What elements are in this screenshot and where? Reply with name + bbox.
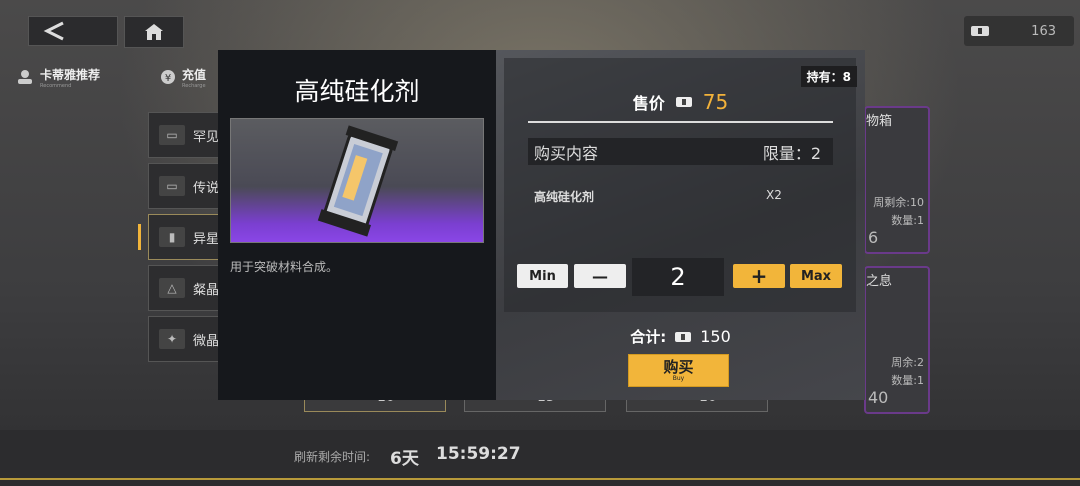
- total-value: 150: [700, 327, 731, 346]
- ticket-icon: [675, 331, 692, 342]
- hold-count: 持有：8: [800, 66, 857, 87]
- side-item-label: 传说: [193, 180, 220, 196]
- svg-text:¥: ¥: [165, 73, 171, 84]
- item-name: 高纯硅化剂: [294, 77, 420, 106]
- min-button[interactable]: Min: [517, 264, 568, 288]
- buy-button-label: 购买: [663, 358, 694, 376]
- tab-recharge-label: 充值: [182, 68, 207, 82]
- ticket-icon: [675, 97, 692, 107]
- refresh-label: 刷新剩余时间:: [294, 450, 371, 464]
- recommend-icon: [18, 69, 32, 84]
- card-remain: 周剩余:10: [873, 196, 924, 209]
- yen-icon: ¥: [161, 69, 175, 84]
- tab-recharge[interactable]: ¥ 充值 Recharge: [160, 64, 206, 89]
- card-count: 数量:1: [891, 214, 924, 227]
- minus-button[interactable]: —: [574, 264, 626, 288]
- shop-card[interactable]: 物箱 周剩余:10 数量:1 6: [864, 106, 930, 254]
- card-remain: 周余:2: [891, 356, 924, 369]
- refresh-days: 6天: [390, 449, 419, 469]
- card-price: 40: [868, 388, 889, 407]
- buy-content-label: 购买内容: [534, 143, 599, 163]
- limit-label: 限量：2: [762, 143, 821, 163]
- content-item-qty: X2: [766, 188, 782, 202]
- total-label: 合计:: [630, 328, 667, 346]
- side-item-rare[interactable]: ▭ 罕见: [148, 112, 222, 158]
- footer-accent-line: [0, 478, 1080, 480]
- plus-button[interactable]: +: [733, 264, 785, 288]
- star-icon: ✦: [159, 329, 185, 349]
- purchase-panel: 持有：8 售价 75 购买内容 限量：2 高纯硅化剂 X2 Min — 2 + …: [496, 50, 865, 400]
- ticket-icon: [971, 26, 989, 36]
- card-icon: ▭: [159, 176, 185, 196]
- buy-button[interactable]: 购买 Buy: [628, 354, 729, 387]
- card-title: 之息: [866, 274, 893, 289]
- tab-recommend-sub: Recommend: [40, 83, 72, 89]
- side-item-alien[interactable]: ▮ 异星: [148, 214, 222, 260]
- footer: 刷新剩余时间: 6天 15:59:27: [0, 430, 1080, 486]
- item-image: [230, 118, 484, 243]
- side-item-label: 微晶: [193, 333, 220, 349]
- item-description: 用于突破材料合成。: [230, 260, 339, 274]
- side-item-crystal[interactable]: △ 粲晶: [148, 265, 222, 311]
- card-count: 数量:1: [891, 374, 924, 387]
- price-row: 售价 75: [496, 90, 865, 114]
- home-icon: [145, 24, 163, 40]
- ticket-icon: ▮: [159, 227, 185, 247]
- triangle-icon: △: [159, 278, 185, 298]
- item-detail-panel: 高纯硅化剂 用于突破材料合成。: [218, 50, 496, 400]
- tab-recommend[interactable]: 卡蒂雅推荐 Recommend: [16, 64, 100, 89]
- quantity-display[interactable]: 2: [632, 258, 724, 296]
- buy-button-sub: Buy: [672, 375, 685, 382]
- max-button[interactable]: Max: [790, 264, 842, 288]
- card-icon: ▭: [159, 125, 185, 145]
- content-item-name: 高纯硅化剂: [534, 190, 595, 204]
- tab-recommend-label: 卡蒂雅推荐: [40, 68, 101, 82]
- divider: [528, 121, 833, 123]
- total-row: 合计: 150: [496, 326, 865, 347]
- side-item-label: 粲晶: [193, 282, 220, 298]
- currency-display: 163: [964, 16, 1074, 46]
- price-value: 75: [702, 90, 729, 114]
- side-item-legend[interactable]: ▭ 传说: [148, 163, 222, 209]
- shop-card[interactable]: 之息 周余:2 数量:1 40: [864, 266, 930, 414]
- back-button[interactable]: [28, 16, 118, 46]
- card-price: 6: [868, 228, 879, 247]
- side-item-micro[interactable]: ✦ 微晶: [148, 316, 222, 362]
- tab-recharge-sub: Recharge: [182, 83, 206, 89]
- selected-indicator: [138, 224, 141, 250]
- card-title: 物箱: [866, 114, 893, 129]
- side-item-label: 罕见: [193, 129, 220, 145]
- refresh-time: 15:59:27: [436, 444, 521, 464]
- price-label: 售价: [632, 94, 665, 113]
- buy-content-header: 购买内容 限量：2: [528, 138, 833, 165]
- currency-value: 163: [1031, 23, 1056, 39]
- canister-icon: [317, 125, 399, 237]
- side-item-label: 异星: [193, 231, 220, 247]
- back-arrow-icon: [43, 21, 64, 41]
- home-button[interactable]: [124, 16, 184, 48]
